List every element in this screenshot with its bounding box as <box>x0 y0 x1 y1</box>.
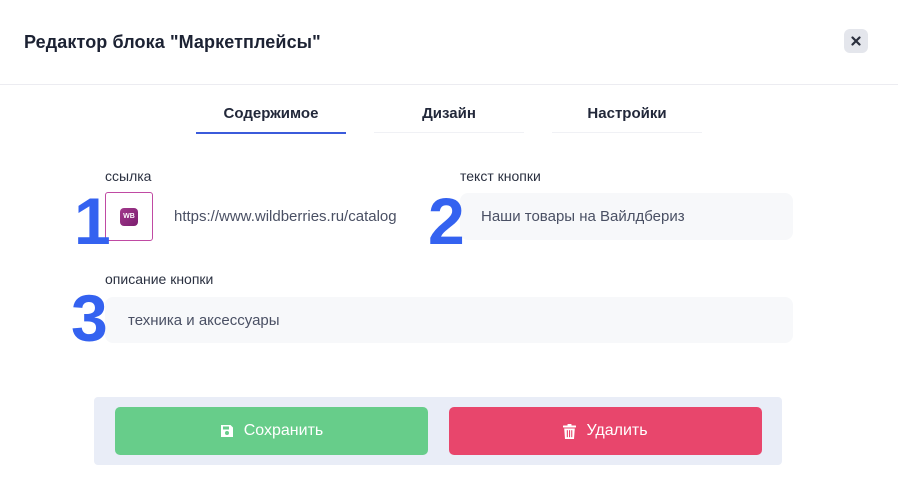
wildberries-logo-icon: WB <box>120 207 138 226</box>
link-label: ссылка <box>105 168 152 184</box>
close-icon <box>851 36 861 46</box>
delete-button[interactable]: Удалить <box>449 407 762 455</box>
save-button[interactable]: Сохранить <box>115 407 428 455</box>
floppy-disk-icon <box>220 425 233 437</box>
marketplace-logo-button[interactable]: WB <box>105 192 153 241</box>
button-text-input[interactable]: Наши товары на Вайлдбериз <box>460 193 793 240</box>
tab-content[interactable]: Содержимое <box>196 100 346 134</box>
editor-dialog: Редактор блока "Маркетплейсы" Содержимое… <box>0 0 898 483</box>
annotation-number-1: 1 <box>74 184 111 258</box>
button-description-input[interactable]: техника и аксессуары <box>105 297 793 343</box>
tab-design[interactable]: Дизайн <box>374 100 524 133</box>
link-input[interactable]: https://www.wildberries.ru/catalog <box>155 193 418 240</box>
dialog-title: Редактор блока "Маркетплейсы" <box>24 32 321 52</box>
trash-icon <box>563 423 577 439</box>
annotation-number-3: 3 <box>71 281 108 355</box>
button-description-label: описание кнопки <box>105 271 214 287</box>
dialog-header: Редактор блока "Маркетплейсы" <box>0 0 898 85</box>
delete-button-label: Удалить <box>586 422 648 439</box>
annotation-number-2: 2 <box>428 184 465 258</box>
tab-settings[interactable]: Настройки <box>552 100 702 133</box>
button-text-label: текст кнопки <box>460 168 541 184</box>
save-button-label: Сохранить <box>243 422 324 439</box>
close-button[interactable] <box>844 29 868 53</box>
